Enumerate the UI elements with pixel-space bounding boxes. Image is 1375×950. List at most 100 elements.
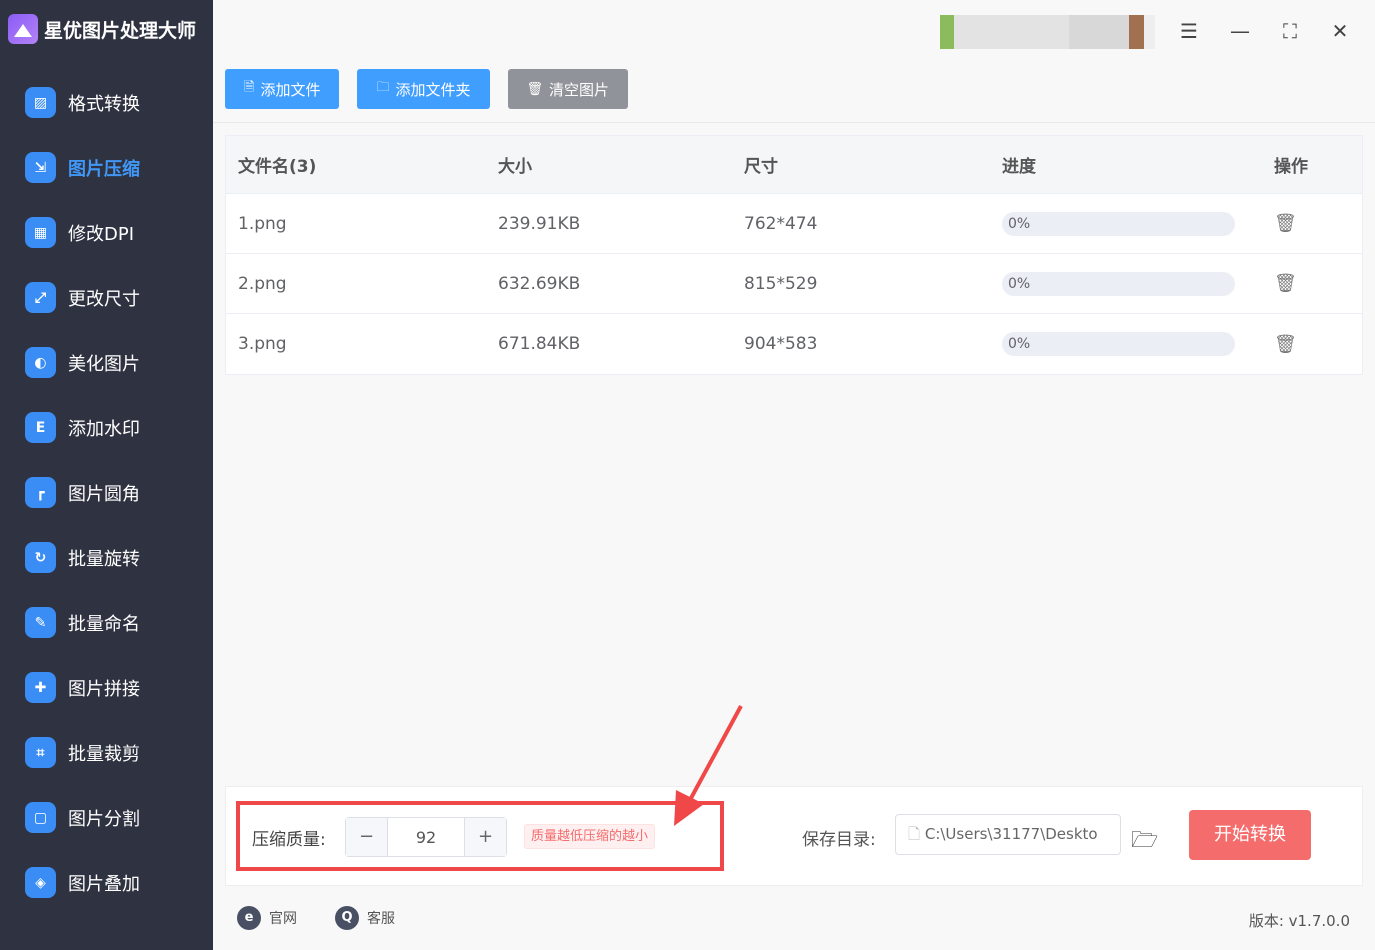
chat-icon: Q <box>335 906 359 930</box>
sidebar-item-3[interactable]: ⤢ 更改尺寸 <box>0 265 213 330</box>
header-filename: 文件名(3) <box>238 157 317 177</box>
sidebar-item-label: 批量命名 <box>68 613 140 635</box>
file-icon: 🗎 <box>244 80 255 95</box>
delete-icon[interactable]: 🗑 <box>1274 213 1297 234</box>
maximize-icon[interactable]: ⛶ <box>1277 18 1303 44</box>
save-path-value: C:\Users\31177\Deskto <box>924 825 1098 843</box>
progress-bar: 0% <box>1002 332 1235 356</box>
layers-icon: ◈ <box>25 867 56 898</box>
file-icon: 🗋 <box>908 825 925 843</box>
progress-text: 0% <box>1008 275 1031 292</box>
clear-label: 清空图片 <box>549 80 610 99</box>
sidebar-item-1[interactable]: ⇲ 图片压缩 <box>0 135 213 200</box>
start-convert-button[interactable]: 开始转换 <box>1189 810 1311 860</box>
header-actions: 操作 <box>1274 157 1308 177</box>
annotation-arrow <box>674 705 743 826</box>
add-file-label: 添加文件 <box>260 80 321 99</box>
round-corner-icon: ┏ <box>25 477 56 508</box>
delete-icon[interactable]: 🗑 <box>1274 334 1297 355</box>
sidebar-item-0[interactable]: ▨ 格式转换 <box>0 70 213 135</box>
sidebar-item-label: 批量裁剪 <box>68 743 140 765</box>
sidebar-item-4[interactable]: ◐ 美化图片 <box>0 330 213 395</box>
rotate-icon: ↻ <box>25 542 56 573</box>
sidebar-item-label: 图片圆角 <box>68 483 140 505</box>
sidebar-item-2[interactable]: ▦ 修改DPI <box>0 200 213 265</box>
trash-icon: 🗑 <box>526 81 544 97</box>
minimize-icon[interactable]: — <box>1227 18 1253 44</box>
save-dir-label: 保存目录: <box>802 830 876 850</box>
sidebar-item-6[interactable]: ┏ 图片圆角 <box>0 460 213 525</box>
support-link[interactable]: Q 客服 <box>335 906 395 930</box>
highlight-box <box>236 801 724 871</box>
folder-icon: 🗀 <box>376 80 390 95</box>
sidebar: 星优图片处理大师 ▨ 格式转换 ⇲ 图片压缩 ▦ 修改DPI ⤢ 更改尺寸 ◐ 美化图片 E 添加水印… <box>0 0 213 950</box>
website-link[interactable]: e 官网 <box>237 906 297 930</box>
user-avatar[interactable] <box>940 15 1155 49</box>
dpi-icon: ▦ <box>25 217 56 248</box>
header-dimensions: 尺寸 <box>744 157 778 177</box>
app-logo: 星优图片处理大师 <box>8 14 196 44</box>
sidebar-item-label: 更改尺寸 <box>68 288 140 310</box>
sidebar-item-9[interactable]: ✚ 图片拼接 <box>0 655 213 720</box>
table-row: 2.png 632.69KB 815*529 0% 🗑 <box>226 254 1362 314</box>
file-dimensions: 762*474 <box>744 213 818 234</box>
settings-icon[interactable]: ☰ <box>1176 18 1202 44</box>
table-header: 文件名(3) 大小 尺寸 进度 操作 <box>226 136 1362 194</box>
footer-links: e 官网 Q 客服 <box>237 906 395 930</box>
add-folder-button[interactable]: 🗀 添加文件夹 <box>357 69 490 109</box>
file-size: 632.69KB <box>498 273 581 294</box>
divider <box>213 122 1375 123</box>
sidebar-item-10[interactable]: ⌗ 批量裁剪 <box>0 720 213 785</box>
version-label: 版本: v1.7.0.0 <box>1248 912 1350 930</box>
save-path-field[interactable]: 🗋 C:\Users\31177\Deskto <box>895 814 1121 855</box>
sidebar-nav: ▨ 格式转换 ⇲ 图片压缩 ▦ 修改DPI ⤢ 更改尺寸 ◐ 美化图片 E 添加水印 ┏ 图片圆角 ↻ 批量旋… <box>0 70 213 915</box>
progress-text: 0% <box>1008 336 1031 352</box>
split-icon: ▢ <box>25 802 56 833</box>
resize-icon: ⤢ <box>25 282 56 313</box>
sidebar-item-label: 图片分割 <box>68 808 140 830</box>
progress-bar: 0% <box>1002 271 1235 296</box>
open-folder-icon[interactable]: 🗁 <box>1131 823 1158 861</box>
sidebar-item-7[interactable]: ↻ 批量旋转 <box>0 525 213 590</box>
sidebar-item-5[interactable]: E 添加水印 <box>0 395 213 460</box>
file-dimensions: 815*529 <box>744 273 818 294</box>
file-size: 239.91KB <box>498 213 581 234</box>
toolbar: 🗎 添加文件 🗀 添加文件夹 🗑 清空图片 <box>225 69 629 109</box>
add-file-button[interactable]: 🗎 添加文件 <box>225 69 340 109</box>
sidebar-item-label: 批量旋转 <box>68 548 140 570</box>
sidebar-item-8[interactable]: ✎ 批量命名 <box>0 590 213 655</box>
website-label: 官网 <box>269 911 297 927</box>
delete-icon[interactable]: 🗑 <box>1274 273 1297 294</box>
file-size: 671.84KB <box>498 334 581 354</box>
sidebar-item-label: 格式转换 <box>68 93 140 115</box>
sidebar-item-label: 美化图片 <box>68 353 140 375</box>
browser-icon: e <box>237 906 261 930</box>
header-size: 大小 <box>498 157 532 177</box>
image-compress-icon: ⇲ <box>25 152 56 183</box>
title-bar: ☰ — ⛶ ✕ <box>213 0 1375 60</box>
rename-icon: ✎ <box>25 607 56 638</box>
progress-text: 0% <box>1008 215 1031 232</box>
image-convert-icon: ▨ <box>25 87 56 118</box>
file-table: 文件名(3) 大小 尺寸 进度 操作 1.png 239.91KB 762*47… <box>225 135 1363 375</box>
add-folder-label: 添加文件夹 <box>395 80 471 99</box>
crop-icon: ⌗ <box>25 737 56 768</box>
close-icon[interactable]: ✕ <box>1327 18 1353 44</box>
sidebar-item-12[interactable]: ◈ 图片叠加 <box>0 850 213 915</box>
file-name: 1.png <box>238 213 287 234</box>
sidebar-item-11[interactable]: ▢ 图片分割 <box>0 785 213 850</box>
header-progress: 进度 <box>1002 157 1036 177</box>
app-title: 星优图片处理大师 <box>44 19 197 42</box>
file-dimensions: 904*583 <box>744 334 818 354</box>
beautify-icon: ◐ <box>25 347 56 378</box>
sidebar-item-label: 修改DPI <box>68 223 135 245</box>
progress-bar: 0% <box>1002 211 1235 236</box>
table-row: 1.png 239.91KB 762*474 0% 🗑 <box>226 194 1362 254</box>
sidebar-item-label: 图片拼接 <box>68 678 140 700</box>
support-label: 客服 <box>367 911 395 927</box>
puzzle-icon: ✚ <box>25 672 56 703</box>
clear-images-button[interactable]: 🗑 清空图片 <box>507 69 629 109</box>
sidebar-item-label: 添加水印 <box>68 418 140 440</box>
file-name: 3.png <box>238 334 287 354</box>
watermark-icon: E <box>25 412 56 443</box>
